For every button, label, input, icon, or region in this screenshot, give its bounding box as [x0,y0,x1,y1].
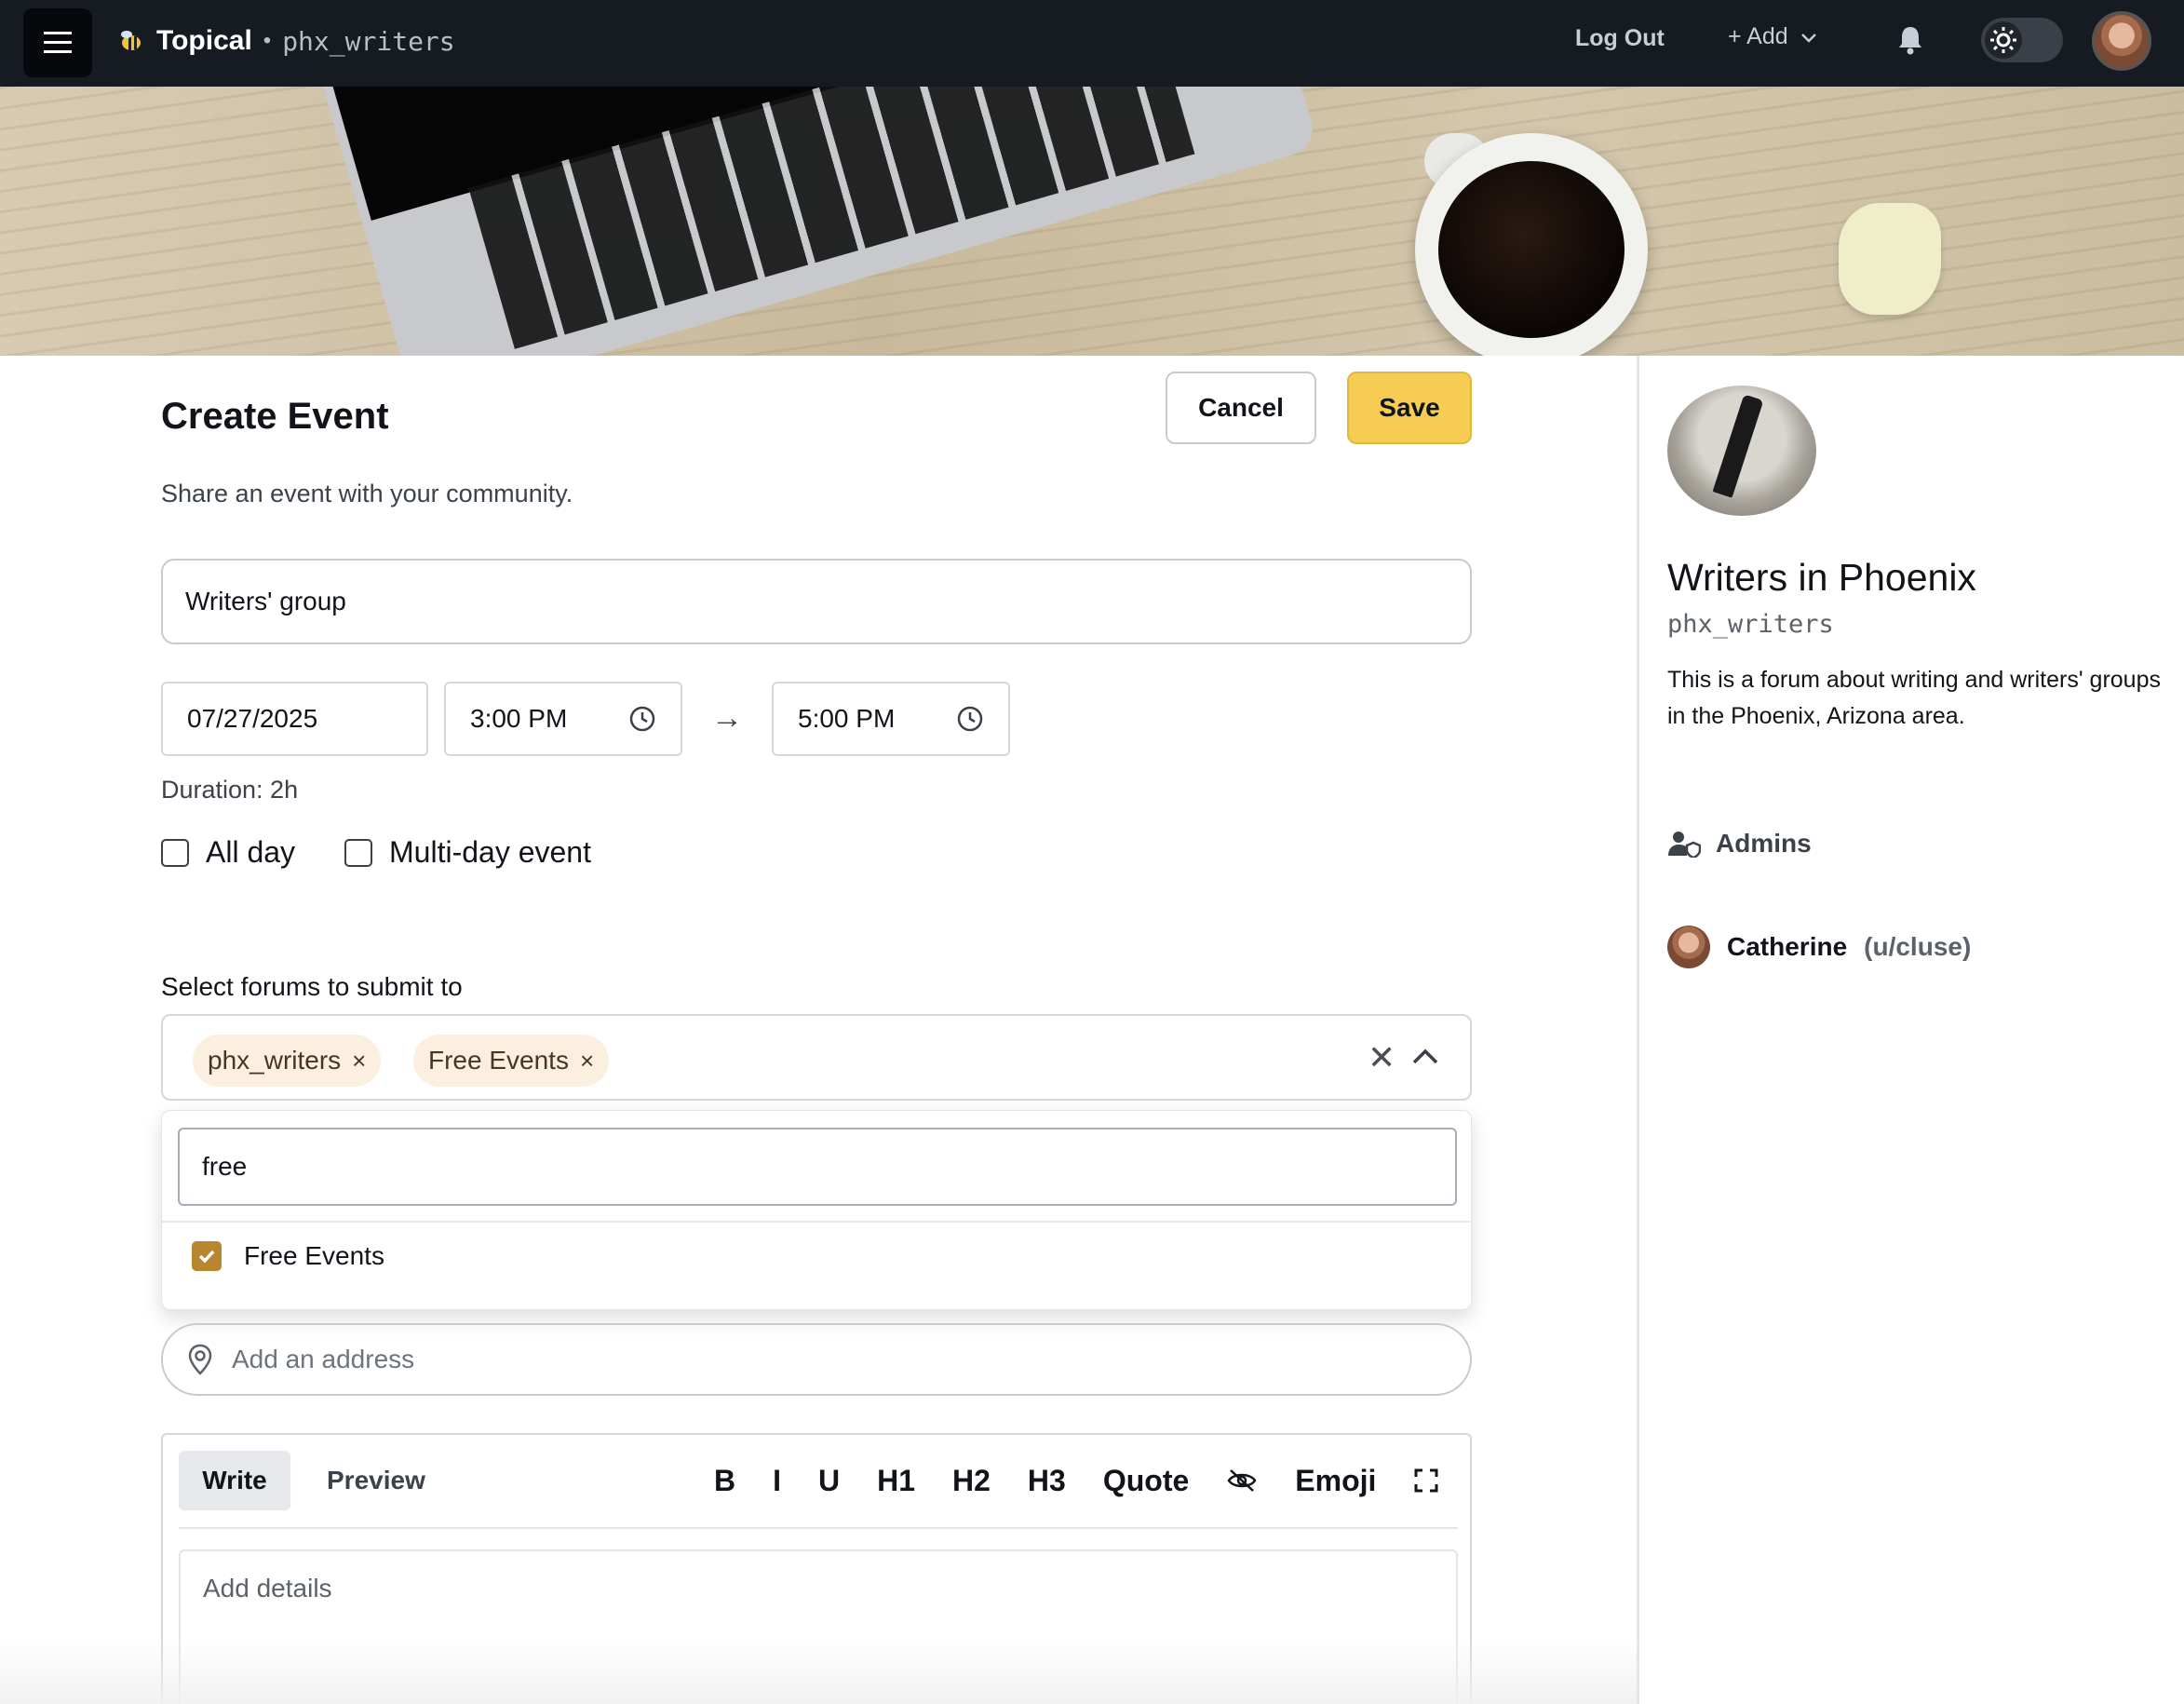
cancel-button[interactable]: Cancel [1166,372,1316,444]
bottom-shadow [0,1639,1637,1704]
emoji-button[interactable]: Emoji [1295,1464,1376,1498]
address-placeholder: Add an address [232,1345,415,1373]
logout-button[interactable]: Log Out [1575,25,1665,52]
duration-text: Duration: 2h [161,776,299,804]
forum-name: Writers in Phoenix [1667,556,1976,599]
forums-label: Select forums to submit to [161,972,463,1001]
admin-handle[interactable]: (u/cluse) [1864,932,1971,962]
event-title-input[interactable]: Writers' group [161,559,1472,644]
dropdown-divider [162,1221,1471,1223]
brand-separator: • [263,28,272,53]
chip-remove-icon[interactable]: × [352,1047,366,1075]
option-label: Free Events [244,1241,384,1270]
forum-chip: phx_writers × [193,1035,382,1087]
start-time-input[interactable]: 3:00 PM [444,682,682,756]
end-time-value: 5:00 PM [798,704,896,733]
quote-button[interactable]: Quote [1103,1464,1189,1498]
clock-icon[interactable] [956,705,984,733]
admins-label: Admins [1716,829,1812,858]
all-day-label: All day [206,835,296,869]
save-button[interactable]: Save [1347,372,1472,444]
h3-button[interactable]: H3 [1028,1464,1066,1498]
h1-button[interactable]: H1 [877,1464,915,1498]
toggle-knob [1985,21,2022,59]
page-title: Create Event [161,396,389,437]
forum-slug: phx_writers [1667,610,1834,639]
admin-list-item[interactable]: Catherine (u/cluse) [1667,926,1971,968]
theme-toggle[interactable] [1981,18,2063,62]
banner-coffee [1438,161,1625,338]
multi-day-checkbox[interactable] [344,838,372,867]
user-avatar[interactable] [2092,11,2151,71]
forum-search-input[interactable]: free [178,1128,1457,1206]
brand-forum-slug[interactable]: phx_writers [282,26,454,57]
bee-logo-icon [121,31,141,50]
bell-icon[interactable] [1896,24,1924,56]
sidebar-divider [1637,356,1639,1704]
tab-preview[interactable]: Preview [327,1451,425,1510]
forums-dropdown: free Free Events [161,1110,1472,1310]
chip-remove-icon[interactable]: × [580,1047,594,1075]
end-time-input[interactable]: 5:00 PM [772,682,1010,756]
clear-selection-icon[interactable]: ✕ [1368,1038,1395,1077]
bold-button[interactable]: B [714,1464,735,1498]
banner-coffee-cup [1415,133,1648,356]
sun-icon [1990,27,2016,53]
map-pin-icon [188,1344,212,1375]
all-day-option[interactable]: All day [161,835,295,870]
chevron-down-icon [1800,33,1816,43]
date-input[interactable]: 07/27/2025 [161,682,428,756]
fullscreen-icon[interactable] [1413,1467,1439,1494]
address-input[interactable]: Add an address [161,1323,1472,1396]
menu-button[interactable] [23,8,92,77]
forum-avatar [1667,385,1816,516]
dropdown-option[interactable]: Free Events [192,1241,384,1271]
fountain-pen-image [1712,394,1764,498]
start-time-value: 3:00 PM [470,704,568,733]
forum-description: This is a forum about writing and writer… [1667,667,2161,729]
brand[interactable]: Topical • phx_writers [115,0,455,82]
all-day-checkbox[interactable] [161,838,189,867]
brand-name[interactable]: Topical [156,25,252,57]
banner-crumpled-paper [1839,203,1941,315]
admin-shield-user-icon [1668,832,1701,858]
add-button[interactable]: + Add [1728,23,1818,50]
forum-chip-label: Free Events [428,1046,569,1075]
admin-avatar [1667,926,1710,968]
chevron-up-icon[interactable] [1409,1040,1442,1074]
top-nav-bar: Topical • phx_writers Log Out + Add [0,0,2184,87]
checkmark-icon [198,1250,215,1264]
italic-button[interactable]: I [773,1464,781,1498]
forum-chip: Free Events × [413,1035,610,1087]
tab-write[interactable]: Write [179,1451,290,1510]
menu-icon [44,32,72,53]
forum-chip-label: phx_writers [208,1046,342,1075]
h2-button[interactable]: H2 [952,1464,991,1498]
underline-button[interactable]: U [818,1464,840,1498]
spoiler-hidden-icon[interactable] [1226,1467,1258,1494]
add-button-label: + Add [1728,23,1788,49]
editor-divider [179,1527,1458,1529]
forums-multiselect[interactable]: phx_writers × Free Events × ✕ [161,1014,1472,1101]
multi-day-label: Multi-day event [389,835,591,869]
clock-icon[interactable] [628,705,656,733]
date-value: 07/27/2025 [187,704,318,733]
editor-toolbar: B I U H1 H2 H3 Quote Emoji [714,1451,1439,1510]
page-subtitle: Share an event with your community. [161,480,573,507]
admin-name[interactable]: Catherine [1727,932,1847,962]
forum-banner-image [0,87,2184,356]
time-range-arrow: → [711,700,743,736]
multi-day-option[interactable]: Multi-day event [344,835,591,870]
admins-heading: Admins [1667,829,1812,859]
option-checkbox[interactable] [192,1241,222,1271]
